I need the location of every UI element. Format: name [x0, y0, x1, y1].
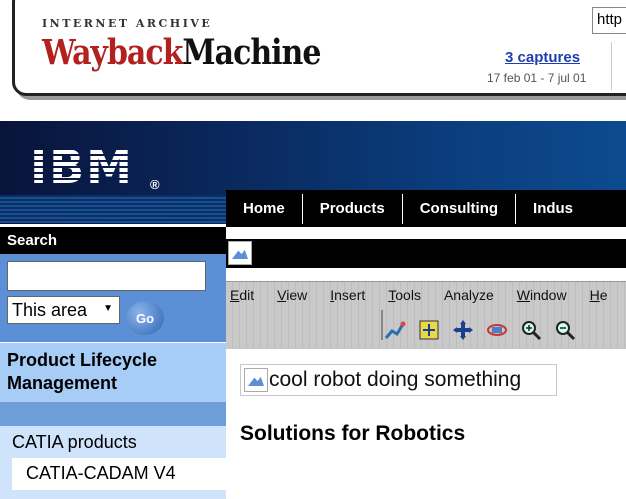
- menu-view: View: [277, 287, 308, 303]
- zoom-out-icon: [552, 317, 578, 343]
- robot-image: cool robot doing something: [240, 364, 557, 396]
- sidebar-bottom: [0, 490, 226, 499]
- menu-window: Window: [516, 287, 567, 303]
- robot-image-alt: cool robot doing something: [269, 368, 522, 391]
- search-area-select[interactable]: This area ▼: [7, 296, 120, 324]
- chevron-down-icon: ▼: [103, 303, 113, 314]
- catia-toolbar-image: Edit View Insert Tools Analyze Window He: [226, 281, 626, 349]
- catia-toolbar-icons: [382, 317, 578, 343]
- capture-date-range: 17 feb 01 - 7 jul 01: [487, 71, 587, 85]
- top-navigation: Home Products Consulting Indus: [226, 190, 626, 227]
- nav-consulting[interactable]: Consulting: [403, 193, 517, 224]
- fit-all-icon: [416, 317, 442, 343]
- broken-image-icon: [244, 368, 268, 392]
- wayback-machine-logo[interactable]: Wayback Machine: [42, 32, 321, 73]
- nav-home[interactable]: Home: [226, 193, 303, 224]
- pan-icon: [450, 317, 476, 343]
- catia-menu-bar: Edit View Insert Tools Analyze Window He: [230, 287, 626, 303]
- header-stripes: [0, 195, 226, 223]
- broken-image-icon: [228, 241, 252, 265]
- wayback-url-input[interactable]: http: [592, 7, 626, 34]
- nav-industries[interactable]: Indus: [516, 194, 590, 224]
- search-input[interactable]: [7, 261, 206, 291]
- sidebar-item-catia-cadam-v4[interactable]: CATIA-CADAM V4: [12, 458, 226, 490]
- ibm-logo-text: IBM: [30, 144, 150, 190]
- robot-arm-icon: [382, 317, 408, 343]
- zoom-in-icon: [518, 317, 544, 343]
- sidebar-item-catia-products[interactable]: CATIA products: [0, 426, 226, 458]
- search-area-value: This area: [12, 299, 88, 320]
- internet-archive-label: INTERNET ARCHIVE: [42, 17, 213, 30]
- wayback-divider: [611, 42, 612, 90]
- menu-help: He: [589, 287, 608, 303]
- search-panel: This area ▼ Go: [0, 254, 226, 342]
- menu-insert: Insert: [330, 287, 366, 303]
- wayback-logo-part1: Wayback: [42, 32, 183, 73]
- captures-link[interactable]: 3 captures: [505, 49, 580, 66]
- wayback-logo-part2: Machine: [182, 32, 321, 73]
- menu-analyze: Analyze: [443, 287, 494, 303]
- wayback-toolbar: INTERNET ARCHIVE Wayback Machine http 3 …: [0, 0, 626, 100]
- menu-tools: Tools: [388, 287, 421, 303]
- page-title: Solutions for Robotics: [240, 422, 466, 445]
- registered-mark: ®: [150, 177, 160, 192]
- menu-edit: Edit: [230, 287, 255, 303]
- banner-image: [226, 238, 626, 268]
- section-title[interactable]: Product Lifecycle Management: [0, 342, 226, 402]
- rotate-icon: [484, 317, 510, 343]
- nav-products[interactable]: Products: [303, 193, 403, 224]
- go-button[interactable]: Go: [126, 301, 164, 335]
- search-heading: Search: [0, 227, 226, 254]
- ibm-logo[interactable]: IBM: [30, 144, 150, 194]
- sidebar-spacer: [0, 402, 226, 426]
